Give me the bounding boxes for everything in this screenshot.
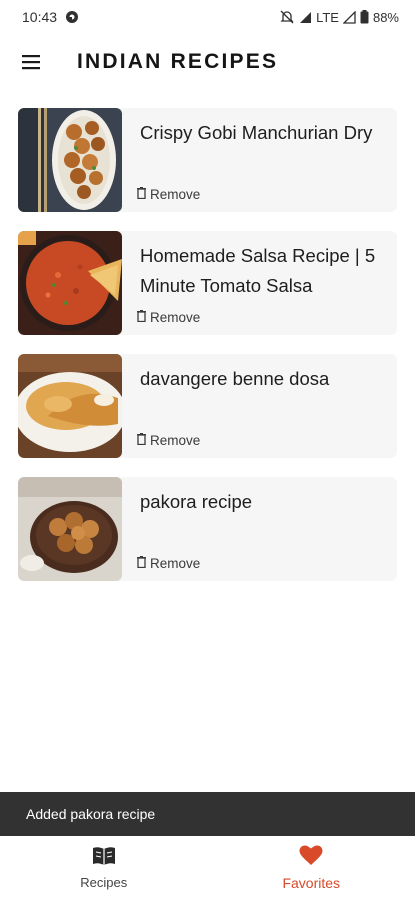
recipe-card[interactable]: pakora recipe Remove <box>18 477 397 581</box>
trash-icon <box>137 556 146 571</box>
book-icon <box>92 846 116 871</box>
remove-button[interactable]: Remove <box>137 310 200 325</box>
recipe-card[interactable]: Crispy Gobi Manchurian Dry Remove <box>18 108 397 212</box>
recipe-image <box>18 108 122 212</box>
trash-icon <box>137 433 146 448</box>
nav-item-recipes[interactable]: Recipes <box>0 836 208 900</box>
recipe-title: davangere benne dosa <box>140 368 330 389</box>
status-time: 10:43 <box>22 9 58 25</box>
recipe-image <box>18 354 122 458</box>
page-title: INDIAN RECIPES <box>77 50 279 73</box>
remove-label: Remove <box>150 310 201 325</box>
recipe-title: Homemade Salsa Recipe | 5 Minute Tomato … <box>140 245 376 296</box>
favorites-list: Crispy Gobi Manchurian Dry Remove Homema… <box>18 108 397 600</box>
snackbar: Added pakora recipe <box>0 792 415 836</box>
heart-icon <box>299 845 323 871</box>
battery-percent: 88% <box>372 9 399 25</box>
trash-icon <box>137 310 146 325</box>
nav-label-favorites: Favorites <box>282 875 341 891</box>
mute-icon <box>279 10 295 24</box>
remove-button[interactable]: Remove <box>137 433 200 448</box>
recipe-card[interactable]: davangere benne dosa Remove <box>18 354 397 458</box>
nav-item-favorites[interactable]: Favorites <box>208 836 415 900</box>
signal-icon <box>299 11 312 24</box>
trash-icon <box>137 187 146 202</box>
hamburger-menu-icon[interactable] <box>9 40 53 84</box>
recipe-image <box>18 231 122 335</box>
app-notification-icon <box>65 10 79 24</box>
nav-label-recipes: Recipes <box>80 875 128 890</box>
bottom-navigation: Recipes Favorites <box>0 836 415 900</box>
snackbar-message: Added pakora recipe <box>26 806 156 822</box>
remove-label: Remove <box>150 433 201 448</box>
status-bar: 10:43 LTE 88% <box>0 0 415 34</box>
network-type: LTE <box>316 9 339 25</box>
recipe-title: Crispy Gobi Manchurian Dry <box>140 122 373 143</box>
remove-button[interactable]: Remove <box>137 187 200 202</box>
battery-icon <box>360 10 369 24</box>
app-bar: INDIAN RECIPES <box>0 34 415 90</box>
recipe-image <box>18 477 122 581</box>
remove-button[interactable]: Remove <box>137 556 200 571</box>
remove-label: Remove <box>150 187 201 202</box>
recipe-title: pakora recipe <box>140 491 253 512</box>
recipe-card[interactable]: Homemade Salsa Recipe | 5 Minute Tomato … <box>18 231 397 335</box>
remove-label: Remove <box>150 556 201 571</box>
signal-icon-2 <box>342 10 356 24</box>
